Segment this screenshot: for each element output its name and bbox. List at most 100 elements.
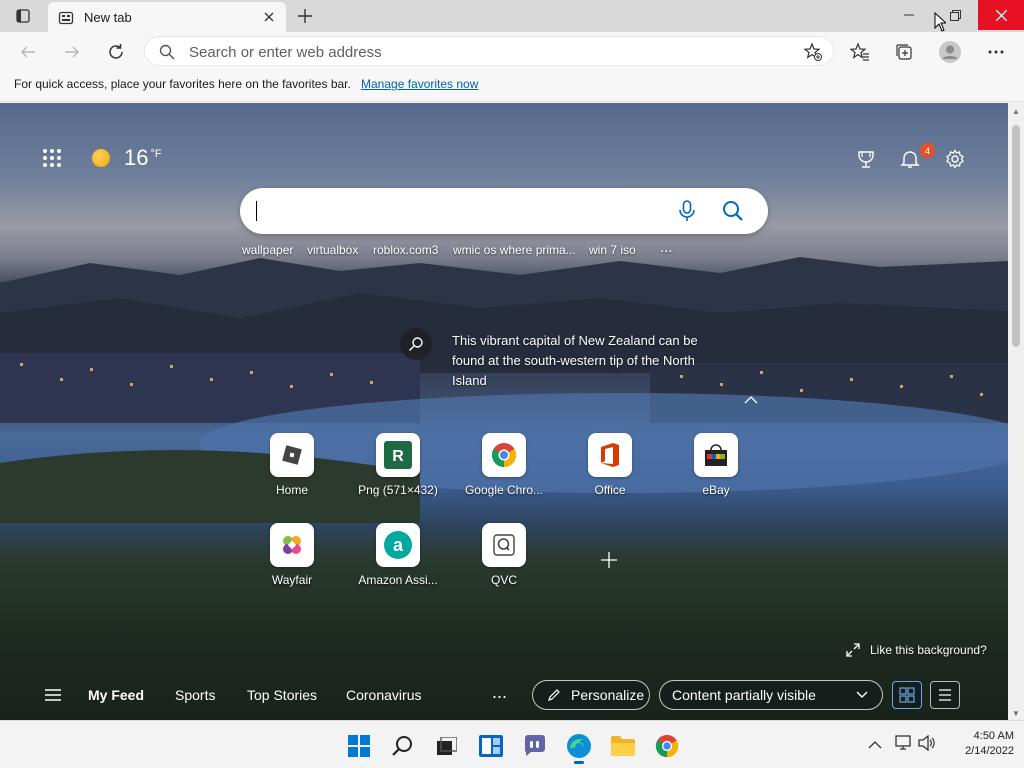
trending-search-item[interactable]: wallpaper xyxy=(242,243,293,257)
manage-favorites-link[interactable]: Manage favorites now xyxy=(361,77,478,91)
hamburger-menu-icon[interactable] xyxy=(44,688,62,707)
feed-navigation: My Feed Sports Top Stories Coronavirus .… xyxy=(0,676,1008,720)
scrollbar-thumb[interactable] xyxy=(1012,125,1020,347)
close-icon xyxy=(995,9,1007,21)
pencil-icon xyxy=(548,689,560,701)
forward-arrow-icon xyxy=(65,46,79,58)
address-placeholder: Search or enter web address xyxy=(189,44,382,61)
widgets-button[interactable] xyxy=(478,733,504,759)
plus-icon xyxy=(298,9,312,23)
close-window-button[interactable] xyxy=(978,0,1024,30)
content-visibility-value: Content partially visible xyxy=(672,687,816,703)
bell-icon xyxy=(900,151,920,168)
taskbar-search-button[interactable] xyxy=(390,733,416,759)
taskbar: 4:50 AM 2/14/2022 xyxy=(0,720,1024,768)
new-tab-page-icon xyxy=(58,10,74,31)
task-view-icon xyxy=(437,737,457,755)
collections-icon xyxy=(896,44,912,60)
minimize-button[interactable] xyxy=(886,0,932,30)
rewards-button[interactable] xyxy=(854,147,878,171)
r-letter-icon: R xyxy=(376,433,420,477)
collapse-quick-links-icon[interactable] xyxy=(744,393,758,407)
quick-link-wayfair[interactable]: Wayfair xyxy=(247,523,337,587)
add-favorite-icon[interactable] xyxy=(803,42,823,67)
network-status-button[interactable] xyxy=(895,735,913,756)
teams-chat-icon xyxy=(524,735,545,756)
list-view-icon xyxy=(939,689,951,701)
more-feed-tabs-button[interactable]: ... xyxy=(492,682,507,703)
show-hidden-icons-button[interactable] xyxy=(868,736,882,754)
search-icon xyxy=(400,328,432,360)
personalize-button[interactable]: Personalize xyxy=(532,680,650,710)
weather-widget[interactable]: 16 °F xyxy=(92,145,162,171)
tab-actions-icon xyxy=(16,9,30,23)
quick-link-home[interactable]: Home xyxy=(247,433,337,497)
quick-link-label: Google Chro... xyxy=(464,483,544,497)
page-settings-button[interactable] xyxy=(943,147,967,171)
feed-tab-my-feed[interactable]: My Feed xyxy=(88,687,144,703)
tab-new-tab[interactable]: New tab xyxy=(48,2,286,32)
close-tab-icon[interactable] xyxy=(260,8,278,26)
collections-button[interactable] xyxy=(890,38,918,66)
volume-button[interactable] xyxy=(918,734,936,756)
favorites-icon xyxy=(850,42,869,61)
new-tab-page: 16 °F 4 wallpaper virtualbox roblox.com3… xyxy=(0,103,1008,720)
favorites-button[interactable] xyxy=(846,38,874,66)
notifications-button[interactable] xyxy=(898,147,922,171)
quick-link-qvc[interactable]: QVC xyxy=(459,523,549,587)
favorites-bar-message: For quick access, place your favorites h… xyxy=(14,77,351,91)
personalize-label: Personalize xyxy=(571,687,645,703)
content-visibility-dropdown[interactable]: Content partially visible xyxy=(659,680,883,710)
quick-link-amazon-assistant[interactable]: a Amazon Assi... xyxy=(353,523,443,587)
trending-search-item[interactable]: virtualbox xyxy=(307,243,358,257)
active-app-indicator xyxy=(574,761,584,764)
search-icon xyxy=(392,736,412,756)
refresh-icon xyxy=(109,44,123,59)
app-launcher-icon[interactable] xyxy=(42,148,62,168)
web-search-box[interactable] xyxy=(240,188,768,234)
file-explorer-button[interactable] xyxy=(610,733,636,759)
scroll-up-icon[interactable]: ▲ xyxy=(1012,107,1020,116)
quick-link-google-chrome[interactable]: Google Chro... xyxy=(459,433,549,497)
tab-actions-button[interactable] xyxy=(8,6,38,26)
back-button[interactable] xyxy=(14,38,42,66)
feed-tab-top-stories[interactable]: Top Stories xyxy=(247,687,317,703)
trending-search-item[interactable]: win 7 iso xyxy=(589,243,636,257)
quick-link-png[interactable]: R Png (571×432) xyxy=(353,433,443,497)
feed-tab-sports[interactable]: Sports xyxy=(175,687,215,703)
new-tab-button[interactable] xyxy=(294,6,316,26)
more-icon xyxy=(988,50,1004,54)
add-quick-link-button[interactable] xyxy=(598,549,620,571)
microphone-icon[interactable] xyxy=(678,200,696,227)
scroll-down-icon[interactable]: ▼ xyxy=(1012,709,1020,718)
grid-view-button[interactable] xyxy=(892,681,922,709)
page-scrollbar[interactable]: ▲ ▼ xyxy=(1008,103,1024,720)
trending-more-button[interactable]: ... xyxy=(660,239,673,256)
chrome-taskbar-button[interactable] xyxy=(654,733,680,759)
task-view-button[interactable] xyxy=(434,733,460,759)
chat-button[interactable] xyxy=(522,733,548,759)
clock-time: 4:50 AM xyxy=(973,730,1014,742)
address-bar[interactable]: Search or enter web address xyxy=(144,36,834,66)
minimize-icon xyxy=(904,14,914,16)
notification-count-badge: 4 xyxy=(920,143,935,158)
profile-button[interactable] xyxy=(936,38,964,66)
forward-button[interactable] xyxy=(58,38,86,66)
edge-taskbar-button[interactable] xyxy=(566,733,592,764)
refresh-button[interactable] xyxy=(102,38,130,66)
trending-search-item[interactable]: roblox.com3 xyxy=(373,243,438,257)
restore-icon xyxy=(949,9,961,21)
search-submit-icon[interactable] xyxy=(722,200,744,227)
ebay-icon xyxy=(694,433,738,477)
navigation-toolbar: Search or enter web address xyxy=(0,32,1024,72)
start-button[interactable] xyxy=(346,733,372,759)
system-clock[interactable]: 4:50 AM 2/14/2022 xyxy=(940,729,1014,759)
list-view-button[interactable] xyxy=(930,681,960,709)
quick-link-ebay[interactable]: eBay xyxy=(671,433,761,497)
settings-and-more-button[interactable] xyxy=(982,38,1010,66)
trending-search-item[interactable]: wmic os where prima... xyxy=(453,243,576,257)
like-background-button[interactable]: Like this background? xyxy=(846,643,987,657)
quick-link-office[interactable]: Office xyxy=(565,433,655,497)
grid-view-icon xyxy=(899,687,915,703)
feed-tab-coronavirus[interactable]: Coronavirus xyxy=(346,687,421,703)
